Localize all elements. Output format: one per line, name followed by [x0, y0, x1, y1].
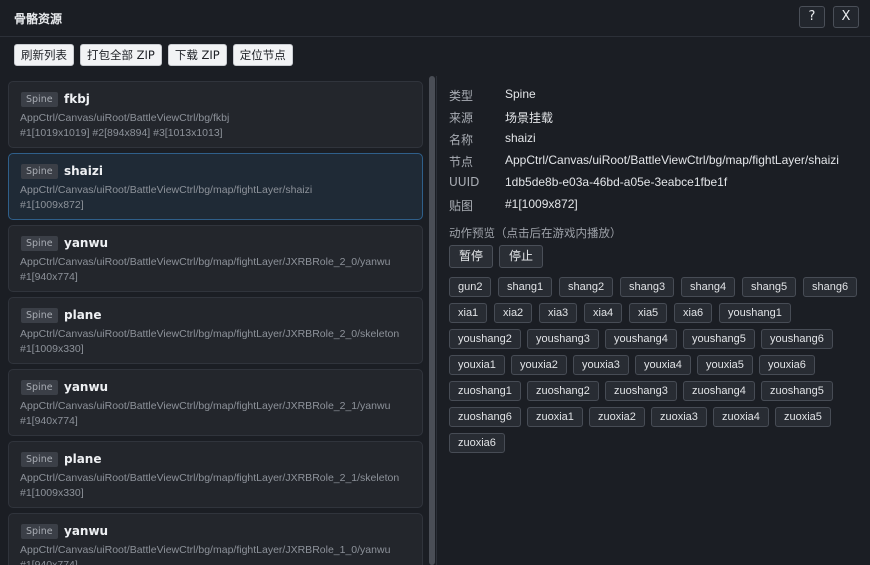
animation-chip[interactable]: zuoxia2 — [589, 407, 645, 427]
resource-path: AppCtrl/Canvas/uiRoot/BattleViewCtrl/bg/… — [20, 544, 391, 556]
animation-chip[interactable]: zuoxia6 — [449, 433, 505, 453]
type-badge: Spine — [21, 92, 58, 107]
refresh-list-button[interactable]: 刷新列表 — [14, 44, 74, 66]
animation-chip[interactable]: zuoshang2 — [527, 381, 599, 401]
toolbar: 刷新列表 打包全部 ZIP 下载 ZIP 定位节点 — [14, 44, 293, 66]
resource-path: AppCtrl/Canvas/uiRoot/BattleViewCtrl/bg/… — [20, 112, 230, 124]
animation-chip[interactable]: zuoshang3 — [605, 381, 677, 401]
animation-chip[interactable]: youshang5 — [683, 329, 755, 349]
animation-chip[interactable]: zuoshang1 — [449, 381, 521, 401]
animation-chip[interactable]: xia3 — [539, 303, 578, 323]
resource-path: AppCtrl/Canvas/uiRoot/BattleViewCtrl/bg/… — [20, 256, 391, 268]
resource-name: yanwu — [64, 524, 109, 538]
resource-path: AppCtrl/Canvas/uiRoot/BattleViewCtrl/bg/… — [20, 400, 391, 412]
resource-name: fkbj — [64, 92, 90, 106]
panel-divider — [436, 76, 437, 565]
animation-chip[interactable]: shang2 — [559, 277, 614, 297]
resource-name: yanwu — [64, 380, 109, 394]
detail-value: 1db5de8b-e03a-46bd-a05e-3eabce1fbe1f — [505, 175, 728, 189]
resource-path: AppCtrl/Canvas/uiRoot/BattleViewCtrl/bg/… — [20, 328, 400, 340]
animation-chip[interactable]: zuoshang5 — [761, 381, 833, 401]
resource-card[interactable]: Spine shaizi AppCtrl/Canvas/uiRoot/BattleV… — [8, 153, 423, 220]
resource-card[interactable]: Spine plane AppCtrl/Canvas/uiRoot/BattleVi… — [8, 441, 423, 508]
resource-texture-size: #1[1009x330] — [20, 487, 84, 499]
resource-card[interactable]: Spine yanwu AppCtrl/Canvas/uiRoot/BattleVi… — [8, 225, 423, 292]
detail-value: Spine — [505, 87, 536, 101]
animation-chip[interactable]: youxia5 — [697, 355, 753, 375]
resource-texture-size: #1[940x774] — [20, 415, 78, 427]
animation-chip[interactable]: youshang4 — [605, 329, 677, 349]
animation-chip[interactable]: youxia1 — [449, 355, 505, 375]
help-button[interactable]: ? — [799, 6, 825, 28]
animation-chip[interactable]: youshang2 — [449, 329, 521, 349]
resource-card[interactable]: Spine yanwu AppCtrl/Canvas/uiRoot/BattleVi… — [8, 513, 423, 565]
type-badge: Spine — [21, 524, 58, 539]
animation-chip[interactable]: zuoshang6 — [449, 407, 521, 427]
download-zip-button[interactable]: 下载 ZIP — [167, 44, 227, 66]
detail-key: UUID — [449, 175, 480, 189]
animation-chip[interactable]: shang6 — [803, 277, 858, 297]
resource-texture-size: #1[940x774] — [20, 559, 78, 565]
animation-chip[interactable]: zuoxia5 — [775, 407, 831, 427]
list-scrollbar-thumb[interactable] — [429, 76, 435, 565]
resource-list: Spine fkbj AppCtrl/Canvas/uiRoot/BattleVie… — [8, 81, 423, 565]
animation-chip[interactable]: zuoxia1 — [527, 407, 583, 427]
animation-chip[interactable]: zuoxia3 — [651, 407, 707, 427]
window-title: 骨骼资源 — [14, 12, 63, 26]
preview-label: 动作预览（点击后在游戏内播放） — [449, 226, 622, 240]
animation-chip[interactable]: youxia3 — [573, 355, 629, 375]
detail-key: 来源 — [449, 111, 474, 125]
resource-texture-size: #1[940x774] — [20, 271, 78, 283]
pause-button[interactable]: 暂停 — [449, 245, 493, 268]
animation-chip[interactable]: youxia2 — [511, 355, 567, 375]
detail-value: 场景挂载 — [505, 111, 554, 125]
resource-path: AppCtrl/Canvas/uiRoot/BattleViewCtrl/bg/… — [20, 184, 313, 196]
animation-chip[interactable]: shang4 — [681, 277, 736, 297]
type-badge: Spine — [21, 164, 58, 179]
animation-chip[interactable]: zuoxia4 — [713, 407, 769, 427]
detail-key: 类型 — [449, 89, 474, 103]
animation-chip[interactable]: shang1 — [498, 277, 553, 297]
detail-key: 贴图 — [449, 199, 474, 213]
pack-all-zip-button[interactable]: 打包全部 ZIP — [80, 44, 162, 66]
detail-value: AppCtrl/Canvas/uiRoot/BattleViewCtrl/bg/… — [505, 153, 839, 167]
resource-name: yanwu — [64, 236, 109, 250]
close-button[interactable]: X — [833, 6, 859, 28]
resource-card[interactable]: Spine plane AppCtrl/Canvas/uiRoot/BattleVi… — [8, 297, 423, 364]
detail-value: shaizi — [505, 131, 536, 145]
animation-chip[interactable]: xia5 — [629, 303, 668, 323]
stop-button[interactable]: 停止 — [499, 245, 543, 268]
animation-chip[interactable]: youxia6 — [759, 355, 815, 375]
resource-card[interactable]: Spine fkbj AppCtrl/Canvas/uiRoot/BattleVie… — [8, 81, 423, 148]
animation-chip[interactable]: gun2 — [449, 277, 492, 297]
resource-name: plane — [64, 308, 102, 322]
animation-chip[interactable]: xia1 — [449, 303, 488, 323]
detail-key: 名称 — [449, 133, 474, 147]
animation-chip[interactable]: xia4 — [584, 303, 623, 323]
resource-name: plane — [64, 452, 102, 466]
title-bar: 骨骼资源 ? X — [0, 0, 870, 37]
animation-chip[interactable]: zuoshang4 — [683, 381, 755, 401]
animation-chip[interactable]: youshang1 — [719, 303, 791, 323]
type-badge: Spine — [21, 236, 58, 251]
animation-chip[interactable]: shang5 — [742, 277, 797, 297]
resource-card[interactable]: Spine yanwu AppCtrl/Canvas/uiRoot/BattleVi… — [8, 369, 423, 436]
animation-chip[interactable]: youshang6 — [761, 329, 833, 349]
detail-key: 节点 — [449, 155, 474, 169]
resource-texture-size: #1[1019x1019] #2[894x894] #3[1013x1013] — [20, 127, 223, 139]
type-badge: Spine — [21, 452, 58, 467]
animation-chip[interactable]: xia2 — [494, 303, 533, 323]
locate-node-button[interactable]: 定位节点 — [232, 44, 293, 66]
animation-chip[interactable]: youxia4 — [635, 355, 691, 375]
type-badge: Spine — [21, 380, 58, 395]
resource-texture-size: #1[1009x330] — [20, 343, 84, 355]
resource-path: AppCtrl/Canvas/uiRoot/BattleViewCtrl/bg/… — [20, 472, 400, 484]
detail-value: #1[1009x872] — [505, 197, 578, 211]
animation-chip[interactable]: xia6 — [674, 303, 713, 323]
resource-texture-size: #1[1009x872] — [20, 199, 84, 211]
animation-chip[interactable]: youshang3 — [527, 329, 599, 349]
type-badge: Spine — [21, 308, 58, 323]
resource-name: shaizi — [64, 164, 103, 178]
animation-chip[interactable]: shang3 — [620, 277, 675, 297]
